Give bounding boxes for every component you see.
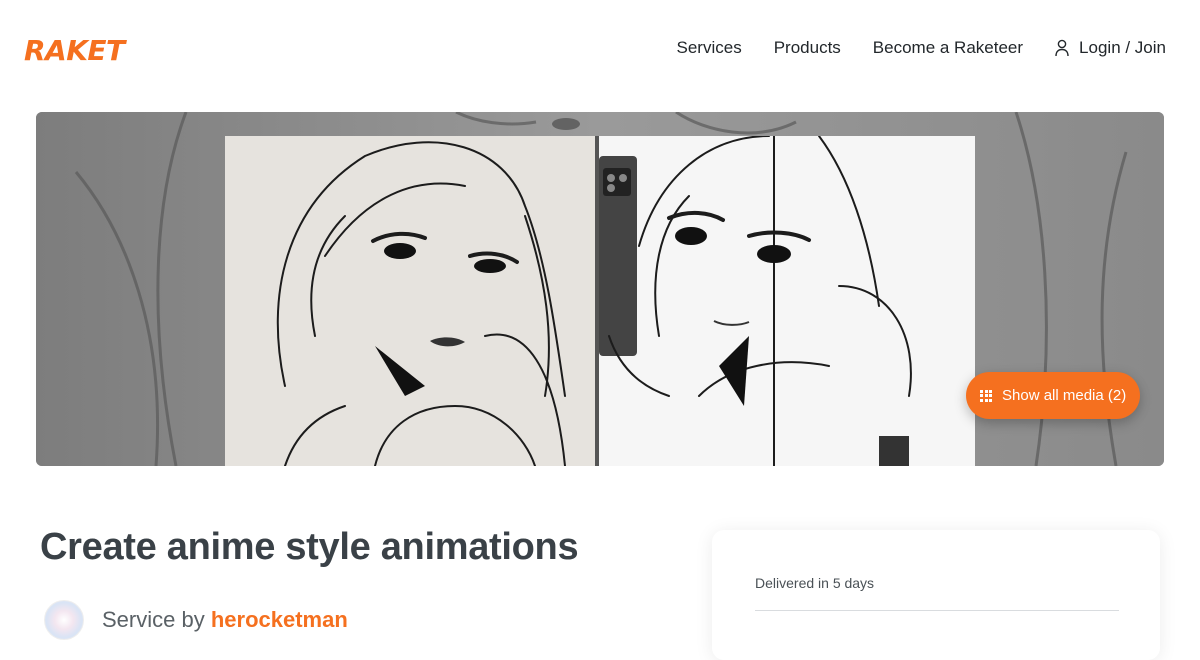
nav-products[interactable]: Products [774, 38, 841, 58]
seller-avatar[interactable] [44, 600, 84, 640]
grid-icon [980, 389, 992, 402]
show-all-media-label: Show all media (2) [1002, 387, 1127, 404]
seller-name-link[interactable]: herocketman [211, 607, 348, 632]
service-by-text: Service by herocketman [102, 607, 348, 633]
user-icon [1055, 39, 1069, 57]
login-join-link[interactable]: Login / Join [1055, 38, 1166, 58]
gallery-image-shaded[interactable] [599, 136, 975, 466]
seller-info: Service by herocketman [44, 600, 348, 640]
logo-text: RAKET [24, 33, 125, 67]
main-nav: Services Products Become a Raketeer Logi… [677, 38, 1166, 58]
media-gallery[interactable]: Show all media (2) [36, 112, 1164, 466]
show-all-media-button[interactable]: Show all media (2) [966, 372, 1141, 419]
nav-services[interactable]: Services [677, 38, 742, 58]
card-divider [755, 610, 1119, 611]
login-join-label: Login / Join [1079, 38, 1166, 57]
raket-logo[interactable]: RAKET [24, 33, 125, 67]
order-card: Delivered in 5 days [712, 530, 1160, 660]
listing-title: Create anime style animations [40, 526, 579, 568]
site-header: RAKET Services Products Become a Raketee… [0, 0, 1200, 100]
delivery-time: Delivered in 5 days [755, 575, 875, 591]
gallery-image-sketch[interactable] [225, 136, 599, 466]
service-by-prefix: Service by [102, 607, 205, 632]
nav-become-raketeer[interactable]: Become a Raketeer [873, 38, 1023, 58]
